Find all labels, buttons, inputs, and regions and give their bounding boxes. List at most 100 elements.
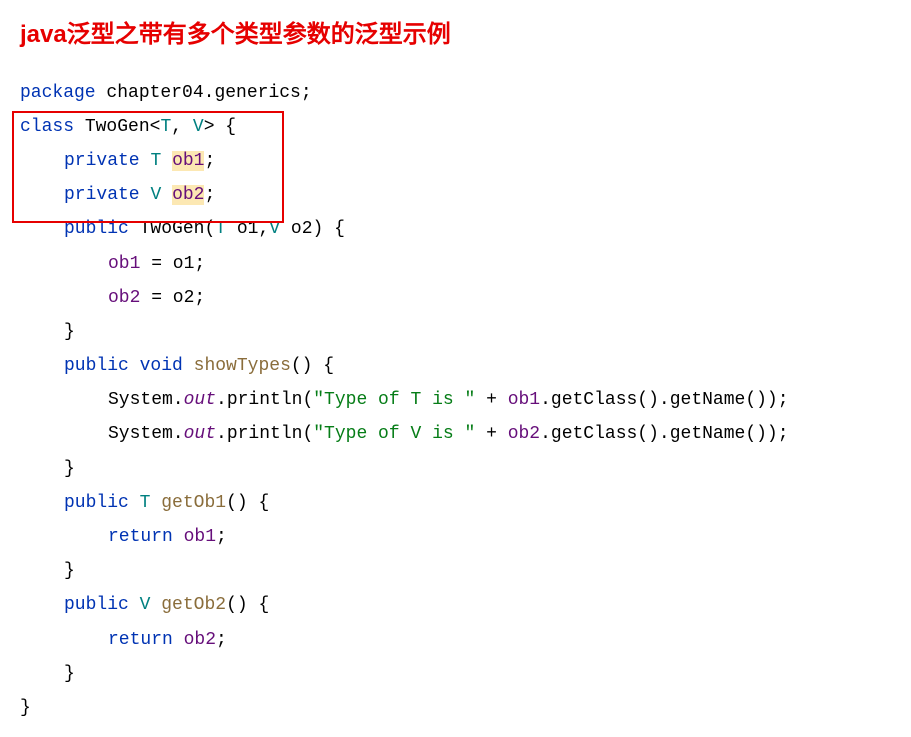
text: .println( [216,424,313,444]
keyword: private [64,151,140,171]
field: ob2 [108,288,140,308]
method-name: TwoGen [140,219,205,239]
text: () { [291,356,334,376]
text: } [64,561,75,581]
code-line: ob2 = o2; [20,281,891,315]
text [129,356,140,376]
text [173,630,184,650]
code-line: public TwoGen(T o1,V o2) { [20,212,891,246]
code-line: public V getOb2() { [20,588,891,622]
text: , [171,117,193,137]
keyword: private [64,185,140,205]
text [140,185,151,205]
string: "Type of T is " [313,390,475,410]
code-line: private T ob1; [20,144,891,178]
method-name: getOb2 [161,595,226,615]
text: chapter04.generics; [96,83,312,103]
type-param: V [193,117,204,137]
method-name: getOb1 [161,493,226,513]
keyword: return [108,527,173,547]
text: > [204,117,215,137]
keyword: public [64,219,129,239]
page-title: java泛型之带有多个类型参数的泛型示例 [20,12,891,58]
type: T [215,219,226,239]
field: ob2 [508,424,540,444]
code-line: public void showTypes() { [20,349,891,383]
field: ob1 [508,390,540,410]
code-line: System.out.println("Type of T is " + ob1… [20,383,891,417]
keyword: public [64,356,129,376]
text [129,219,140,239]
static-field: out [184,390,216,410]
type-param: T [160,117,171,137]
type: T [150,151,161,171]
text [129,493,140,513]
code-line: } [20,657,891,691]
code-line: package chapter04.generics; [20,76,891,110]
string: "Type of V is " [313,424,475,444]
static-field: out [184,424,216,444]
text: ; [204,151,215,171]
code-line: } [20,554,891,588]
text: + [475,390,507,410]
code-line: return ob2; [20,623,891,657]
type: V [150,185,161,205]
text: } [64,322,75,342]
text: ; [204,185,215,205]
text [129,595,140,615]
text [150,595,161,615]
text [183,356,194,376]
keyword: public [64,493,129,513]
code-line: return ob1; [20,520,891,554]
code-line: private V ob2; [20,178,891,212]
type: T [140,493,151,513]
text: o2) { [280,219,345,239]
text [161,151,172,171]
code-line: System.out.println("Type of V is " + ob2… [20,417,891,451]
field: ob2 [172,185,204,205]
keyword: public [64,595,129,615]
text: TwoGen [74,117,150,137]
text: = o1; [140,254,205,274]
keyword: void [140,356,183,376]
text: System. [108,424,184,444]
field: ob2 [184,630,216,650]
text: } [20,698,31,718]
text: } [64,664,75,684]
text: () { [226,595,269,615]
text: + [475,424,507,444]
text [140,151,151,171]
text: < [150,117,161,137]
text [161,185,172,205]
text: } [64,459,75,479]
method-name: showTypes [194,356,291,376]
field: ob1 [108,254,140,274]
keyword: class [20,117,74,137]
code-line: } [20,315,891,349]
text: { [215,117,237,137]
code-line: ob1 = o1; [20,247,891,281]
code-line: } [20,691,891,725]
text: ; [216,630,227,650]
text [150,493,161,513]
text: = o2; [140,288,205,308]
text: .println( [216,390,313,410]
field: ob1 [184,527,216,547]
code-line: public T getOb1() { [20,486,891,520]
type: V [140,595,151,615]
text: () { [226,493,269,513]
text: System. [108,390,184,410]
code-block: package chapter04.generics; class TwoGen… [20,76,891,726]
text: ( [204,219,215,239]
field: ob1 [172,151,204,171]
text: ; [216,527,227,547]
code-line: } [20,452,891,486]
text: .getClass().getName()); [540,424,788,444]
type: V [269,219,280,239]
text: o1, [226,219,269,239]
keyword: return [108,630,173,650]
keyword: package [20,83,96,103]
text: .getClass().getName()); [540,390,788,410]
code-line: class TwoGen<T, V> { [20,110,891,144]
text [173,527,184,547]
